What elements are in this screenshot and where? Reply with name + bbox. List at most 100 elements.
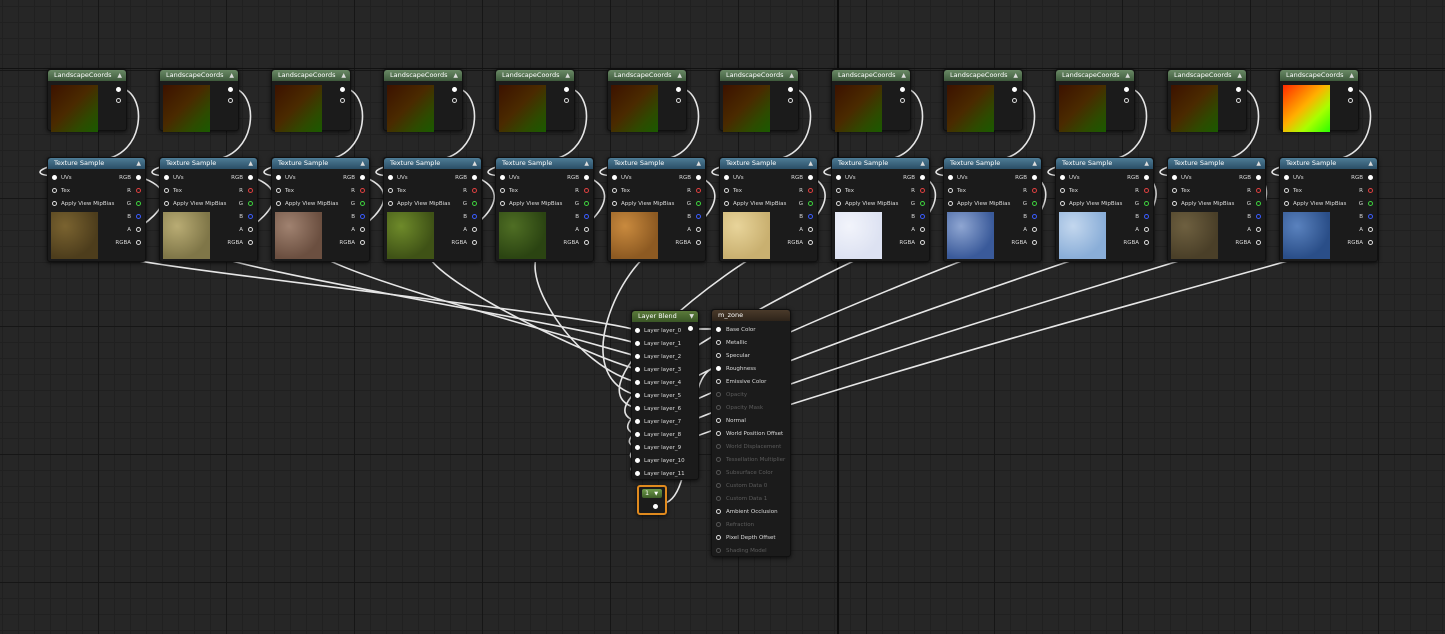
material-input-pin[interactable] [716,353,721,358]
constant-node[interactable]: 1 ▼ [637,485,667,515]
texture-sample-header[interactable]: Texture Sample ▲ [272,158,369,169]
collapse-arrow-icon[interactable]: ▲ [584,158,589,169]
texture-input-pin[interactable] [1060,201,1065,206]
layer-input-pin[interactable] [635,354,640,359]
texture-output-pin[interactable] [1368,240,1373,245]
landscape-coords-node[interactable]: LandscapeCoords ▲ [383,69,463,132]
texture-output-pin[interactable] [248,188,253,193]
texture-output-pin[interactable] [248,214,253,219]
texture-output-pin[interactable] [920,201,925,206]
material-input-pin[interactable] [716,340,721,345]
texture-input-pin[interactable] [1060,175,1065,180]
collapse-arrow-icon[interactable]: ▲ [1349,70,1354,81]
collapse-arrow-icon[interactable]: ▲ [696,158,701,169]
landscape-coords-node[interactable]: LandscapeCoords ▲ [1167,69,1247,132]
layer-input-pin[interactable] [635,328,640,333]
texture-output-pin[interactable] [136,227,141,232]
landscape-coords-node[interactable]: LandscapeCoords ▲ [495,69,575,132]
coords-output-pin[interactable] [1236,98,1241,103]
landscape-coords-header[interactable]: LandscapeCoords ▲ [48,70,126,81]
texture-output-pin[interactable] [248,240,253,245]
landscape-coords-header[interactable]: LandscapeCoords ▲ [384,70,462,81]
texture-input-pin[interactable] [500,201,505,206]
texture-output-pin[interactable] [360,188,365,193]
texture-output-pin[interactable] [1368,201,1373,206]
texture-sample-node[interactable]: Texture Sample ▲ UVs Tex Apply View MipBias R… [271,157,370,262]
coords-output-pin[interactable] [1348,98,1353,103]
collapse-arrow-icon[interactable]: ▲ [1013,70,1018,81]
texture-input-pin[interactable] [836,188,841,193]
texture-output-pin[interactable] [696,240,701,245]
material-input-pin[interactable] [716,444,721,449]
texture-sample-header[interactable]: Texture Sample ▲ [720,158,817,169]
texture-output-pin[interactable] [808,214,813,219]
landscape-coords-header[interactable]: LandscapeCoords ▲ [1280,70,1358,81]
texture-output-pin[interactable] [1368,227,1373,232]
landscape-coords-node[interactable]: LandscapeCoords ▲ [719,69,799,132]
coords-output-pin[interactable] [564,87,569,92]
landscape-coords-header[interactable]: LandscapeCoords ▲ [720,70,798,81]
collapse-arrow-icon[interactable]: ▲ [1256,158,1261,169]
texture-output-pin[interactable] [920,188,925,193]
texture-output-pin[interactable] [584,201,589,206]
texture-output-pin[interactable] [808,175,813,180]
texture-input-pin[interactable] [1284,201,1289,206]
layer-blend-output-pin[interactable] [688,326,693,331]
collapse-arrow-icon[interactable]: ▲ [789,70,794,81]
material-input-pin[interactable] [716,366,721,371]
texture-output-pin[interactable] [248,227,253,232]
texture-output-pin[interactable] [472,175,477,180]
material-input-pin[interactable] [716,535,721,540]
texture-output-pin[interactable] [1368,175,1373,180]
texture-input-pin[interactable] [1284,188,1289,193]
texture-output-pin[interactable] [136,201,141,206]
texture-output-pin[interactable] [1256,240,1261,245]
coords-output-pin[interactable] [564,98,569,103]
layer-blend-node[interactable]: Layer Blend ▼ Layer layer_0 Layer layer_1… [631,310,699,480]
constant-header[interactable]: 1 ▼ [642,489,662,498]
texture-output-pin[interactable] [472,188,477,193]
texture-input-pin[interactable] [276,188,281,193]
coords-output-pin[interactable] [340,87,345,92]
coords-output-pin[interactable] [452,98,457,103]
texture-sample-header[interactable]: Texture Sample ▲ [608,158,705,169]
collapse-arrow-icon[interactable]: ▲ [901,70,906,81]
texture-input-pin[interactable] [388,175,393,180]
coords-output-pin[interactable] [676,87,681,92]
collapse-arrow-icon[interactable]: ▲ [453,70,458,81]
collapse-arrow-icon[interactable]: ▼ [654,491,658,497]
texture-input-pin[interactable] [948,188,953,193]
texture-output-pin[interactable] [584,227,589,232]
texture-output-pin[interactable] [360,240,365,245]
collapse-arrow-icon[interactable]: ▼ [689,311,694,322]
texture-output-pin[interactable] [360,201,365,206]
texture-sample-header[interactable]: Texture Sample ▲ [496,158,593,169]
layer-input-pin[interactable] [635,341,640,346]
texture-output-pin[interactable] [808,201,813,206]
collapse-arrow-icon[interactable]: ▲ [341,70,346,81]
layer-input-pin[interactable] [635,419,640,424]
texture-output-pin[interactable] [920,175,925,180]
texture-input-pin[interactable] [836,175,841,180]
texture-sample-header[interactable]: Texture Sample ▲ [48,158,145,169]
texture-input-pin[interactable] [276,175,281,180]
texture-output-pin[interactable] [360,175,365,180]
landscape-coords-header[interactable]: LandscapeCoords ▲ [160,70,238,81]
material-input-pin[interactable] [716,392,721,397]
collapse-arrow-icon[interactable]: ▲ [565,70,570,81]
coords-output-pin[interactable] [452,87,457,92]
texture-input-pin[interactable] [612,201,617,206]
layer-input-pin[interactable] [635,458,640,463]
collapse-arrow-icon[interactable]: ▲ [1144,158,1149,169]
texture-output-pin[interactable] [136,240,141,245]
collapse-arrow-icon[interactable]: ▲ [1125,70,1130,81]
material-result-node[interactable]: m_zone Base Color Metallic Specular Roughne… [711,309,791,557]
material-input-pin[interactable] [716,470,721,475]
texture-sample-node[interactable]: Texture Sample ▲ UVs Tex Apply View MipBias R… [47,157,146,262]
texture-sample-header[interactable]: Texture Sample ▲ [832,158,929,169]
coords-output-pin[interactable] [1236,87,1241,92]
texture-output-pin[interactable] [584,214,589,219]
texture-input-pin[interactable] [388,201,393,206]
texture-output-pin[interactable] [584,188,589,193]
texture-output-pin[interactable] [1368,188,1373,193]
